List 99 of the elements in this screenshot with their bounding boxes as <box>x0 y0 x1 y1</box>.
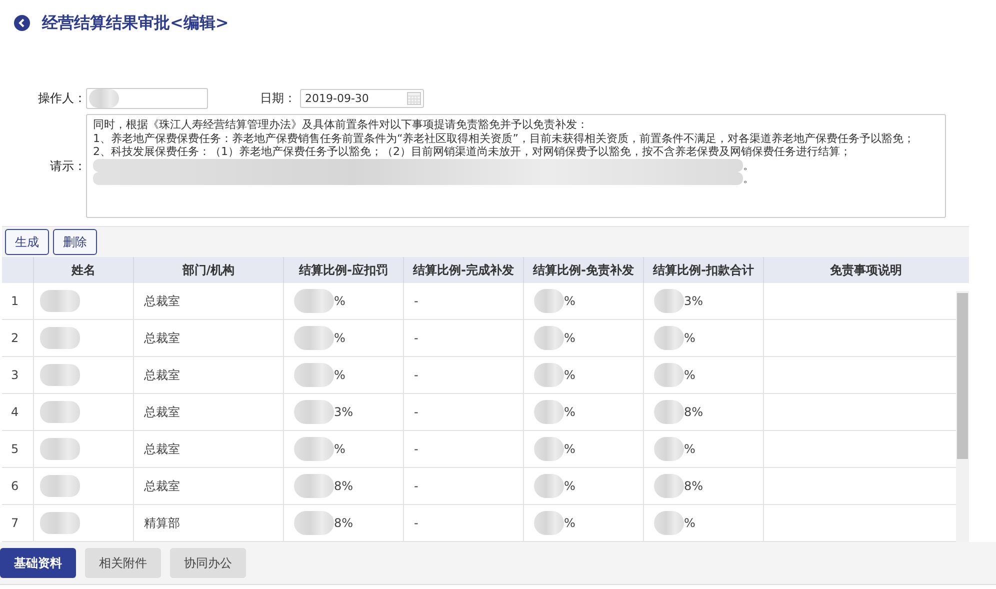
redaction-blur <box>654 363 684 387</box>
redaction-blur <box>40 364 80 386</box>
table-cell: 总裁室 <box>144 404 180 420</box>
operator-label: 操作人： <box>37 90 86 107</box>
redaction-blur <box>534 289 564 313</box>
row-number: 3 <box>10 367 20 384</box>
operator-field[interactable] <box>86 88 208 109</box>
column-header: 姓名 <box>33 257 133 283</box>
table-cell: 总裁室 <box>144 292 180 310</box>
bottom-tab[interactable]: 相关附件 <box>85 548 161 578</box>
redaction-blur <box>654 326 684 350</box>
request-label: 请示： <box>49 158 86 174</box>
redaction-blur <box>294 474 334 498</box>
table-cell: 8% <box>684 405 704 419</box>
table-cell: 3% <box>334 405 354 419</box>
bottom-tab[interactable]: 协同办公 <box>170 548 246 578</box>
request-text: 2、科技发展保费任务：（1）养老地产保费任务予以豁免；（2）目前网销渠道尚未放开，对网销保费予以豁免，按不含养老保费及网销保费任务进行结算； <box>93 145 852 158</box>
table-cell: 3% <box>684 294 704 308</box>
row-number: 2 <box>10 330 20 347</box>
table-cell: % <box>684 516 696 530</box>
table-cell: - <box>414 294 418 308</box>
column-header: 免责事项说明 <box>763 257 968 283</box>
redaction-blur <box>534 511 564 535</box>
table-cell: 8% <box>334 479 354 493</box>
redaction-blur <box>40 327 80 349</box>
table-cell: % <box>564 368 576 382</box>
date-field[interactable]: 2019-09-30 <box>300 89 424 108</box>
table-cell: % <box>564 294 576 308</box>
table-cell: % <box>334 294 346 308</box>
column-header: 结算比例-应扣罚 <box>283 257 403 283</box>
table-cell: 总裁室 <box>144 478 180 494</box>
redaction-blur <box>40 512 80 534</box>
redaction-blur <box>40 475 80 497</box>
table-cell: % <box>684 442 696 456</box>
redaction-blur <box>654 289 684 313</box>
table-cell: 8% <box>334 516 354 530</box>
column-header: 结算比例-免责补发 <box>523 257 643 283</box>
row-number: 1 <box>10 293 20 310</box>
table-cell: % <box>334 368 346 382</box>
table-cell: % <box>334 442 346 456</box>
redaction-blur <box>654 400 684 424</box>
column-header: 结算比例-完成补发 <box>403 257 523 283</box>
table-cell: % <box>684 368 696 382</box>
redaction-blur <box>534 363 564 387</box>
table-cell: - <box>414 368 418 382</box>
redaction-blur <box>40 290 80 312</box>
row-number: 4 <box>10 404 20 421</box>
table-cell: - <box>414 479 418 493</box>
table-cell: - <box>414 516 418 530</box>
table-cell: - <box>414 442 418 456</box>
request-textarea[interactable]: 同时，根据《珠江人寿经营结算管理办法》及具体前置条件对以下事项提请免责豁免并予以免责补发： 1、养老地产保费保费任务：养老地产保费销售任务前置条件为“养老社区取得相关资质”，目前未获得相关资质，前置条件不满足，对各渠道养老地产保费任务予以豁免； 2、科技发展保费任务：（1）养老地产保费任务予以豁免；（2）目前网销渠道尚未放开，对网销保费予以豁免，按不含养老保费及网销保费任务进行结算； 。 。 <box>86 114 946 218</box>
table-cell: - <box>414 331 418 345</box>
column-header: 结算比例-扣款合计 <box>643 257 763 283</box>
redaction-blur <box>294 400 334 424</box>
table-cell: % <box>564 516 576 530</box>
redaction-blur <box>294 363 334 387</box>
redaction-blur <box>89 89 119 108</box>
request-text: 1、养老地产保费保费任务：养老地产保费销售任务前置条件为“养老社区取得相关资质”，目前未获得相关资质，前置条件不满足，对各渠道养老地产保费任务予以豁免； <box>93 132 916 145</box>
redaction-blur <box>654 474 684 498</box>
scrollbar[interactable] <box>956 291 969 542</box>
page-title: 经营结算结果审批<编辑> <box>42 12 229 34</box>
toolbar-button[interactable]: 生成 <box>5 229 49 255</box>
redaction-blur <box>294 326 334 350</box>
redaction-blur <box>534 474 564 498</box>
column-header: 部门/机构 <box>133 257 283 283</box>
row-number: 7 <box>10 515 20 532</box>
request-text: 同时，根据《珠江人寿经营结算管理办法》及具体前置条件对以下事项提请免责豁免并予以免责补发： <box>93 118 589 132</box>
date-value: 2019-09-30 <box>305 92 369 105</box>
redaction-blur <box>40 401 80 423</box>
toolbar-button[interactable]: 删除 <box>53 229 97 255</box>
redaction-blur <box>294 437 334 461</box>
redaction-blur <box>654 437 684 461</box>
row-number: 6 <box>10 478 20 495</box>
redaction-blur <box>294 511 334 535</box>
redaction-blur <box>534 326 564 350</box>
table-cell: 精算部 <box>144 514 180 532</box>
redaction-blur <box>534 437 564 461</box>
back-icon[interactable] <box>14 15 30 31</box>
table-cell: % <box>564 331 576 345</box>
request-text: 。 <box>743 158 754 172</box>
table-cell: - <box>414 405 418 419</box>
request-text: 。 <box>743 172 754 185</box>
row-number: 5 <box>10 441 20 458</box>
redaction-blur <box>294 289 334 313</box>
redaction-blur <box>40 438 80 460</box>
table-cell: % <box>564 405 576 419</box>
table-cell: 总裁室 <box>144 330 180 346</box>
date-label: 日期： <box>260 90 296 107</box>
redaction-blur <box>534 400 564 424</box>
table-cell: 8% <box>684 479 704 493</box>
redaction-blur <box>654 511 684 535</box>
table-cell: % <box>334 331 346 345</box>
table-cell: % <box>564 479 576 493</box>
table-cell: 总裁室 <box>144 366 180 384</box>
table-cell: 总裁室 <box>144 440 180 458</box>
calendar-icon[interactable] <box>407 92 421 105</box>
table-cell: % <box>564 442 576 456</box>
table-cell: % <box>684 331 696 345</box>
bottom-tab[interactable]: 基础资料 <box>0 548 76 578</box>
